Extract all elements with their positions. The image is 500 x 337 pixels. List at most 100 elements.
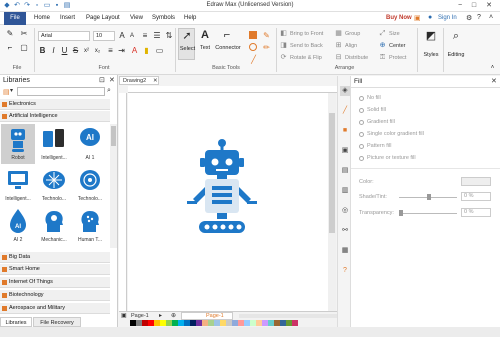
shape-robot[interactable]: Robot xyxy=(1,124,35,164)
robot-shape[interactable] xyxy=(183,135,261,255)
protect-button[interactable]: Protect xyxy=(389,55,406,61)
image-panel-icon[interactable]: ▣ xyxy=(340,146,350,156)
superscript-icon[interactable]: x² xyxy=(82,46,91,56)
grow-font-icon[interactable]: A xyxy=(118,31,126,41)
minimize-button[interactable]: − xyxy=(454,1,466,11)
shadow-panel-icon[interactable]: ■ xyxy=(340,126,350,136)
numbered-list-icon[interactable]: ☰ xyxy=(152,31,162,41)
canvas-vertical-scrollbar[interactable] xyxy=(328,93,336,311)
drawing-canvas[interactable] xyxy=(128,93,328,311)
navigation-panel-icon[interactable]: ◎ xyxy=(340,206,350,216)
collapse-ribbon-icon[interactable]: ˄ xyxy=(489,14,493,21)
close-button[interactable]: ✕ xyxy=(483,1,495,11)
font-size-select[interactable]: 10 xyxy=(93,31,115,41)
connector-tool-label[interactable]: Connector xyxy=(213,45,243,51)
ribbon-collapse-icon[interactable]: ˄ xyxy=(488,63,497,73)
styles-button[interactable]: Styles xyxy=(419,52,443,58)
library-scrollbar[interactable] xyxy=(110,124,117,248)
protect-icon[interactable]: ⚿ xyxy=(378,53,387,63)
file-tab[interactable]: File xyxy=(4,12,26,25)
underline-icon[interactable]: U xyxy=(60,46,69,56)
horizontal-scrollbar[interactable] xyxy=(239,314,337,318)
shape-technology-circle[interactable]: Technolo... xyxy=(73,165,107,205)
library-dropdown-icon[interactable]: ▾ xyxy=(10,87,13,94)
tab-file-recovery[interactable]: File Recovery xyxy=(33,317,81,327)
pencil-tool-icon[interactable]: ✏ xyxy=(262,43,271,53)
center-button[interactable]: Center xyxy=(389,43,406,49)
category-biotechnology[interactable]: Biotechnology xyxy=(0,290,110,301)
font-color-icon[interactable]: A xyxy=(130,46,139,56)
distribute-icon[interactable]: ⊟ xyxy=(334,53,343,63)
indent-icon[interactable]: ⇥ xyxy=(117,46,126,56)
settings-icon[interactable]: ⚙ xyxy=(466,14,472,22)
category-internet-of-things[interactable]: Internet Of Things xyxy=(0,277,110,288)
category-aerospace-military[interactable]: Aerospace and Military xyxy=(0,303,110,314)
connector-tool-icon[interactable]: ⌐ xyxy=(220,30,234,41)
rotate-flip-icon[interactable]: ⟳ xyxy=(279,53,288,63)
font-family-select[interactable]: Arial xyxy=(38,31,90,41)
text-tool-label[interactable]: Text xyxy=(196,45,214,51)
category-smart-home[interactable]: Smart Home xyxy=(0,264,110,275)
option-gradient-fill[interactable]: Gradient fill xyxy=(367,119,395,125)
maximize-button[interactable]: □ xyxy=(468,1,480,11)
library-manage-icon[interactable]: ▤ xyxy=(3,88,10,96)
document-tab[interactable]: Drawing2 ✕ xyxy=(119,76,159,85)
shape-technology-brain[interactable]: Technolo... xyxy=(37,165,71,205)
data-panel-icon[interactable]: ▦ xyxy=(340,246,350,256)
menu-home[interactable]: Home xyxy=(34,15,50,21)
radio-picture-texture[interactable] xyxy=(359,156,364,161)
align-button[interactable]: Align xyxy=(345,43,357,49)
hyperlink-panel-icon[interactable]: ⚯ xyxy=(340,226,350,236)
line-panel-icon[interactable]: ╱ xyxy=(340,106,350,116)
shade-tint-slider-thumb[interactable] xyxy=(427,194,431,200)
help-icon[interactable]: ? xyxy=(477,14,481,21)
bring-to-front-button[interactable]: Bring to Front xyxy=(290,31,323,37)
library-search-input[interactable] xyxy=(17,87,105,96)
rotate-flip-button[interactable]: Rotate & Flip xyxy=(290,55,322,61)
option-pattern-fill[interactable]: Pattern fill xyxy=(367,143,391,149)
menu-page-layout[interactable]: Page Layout xyxy=(86,15,120,21)
color-palette[interactable] xyxy=(130,320,300,326)
radio-pattern-fill[interactable] xyxy=(359,144,364,149)
category-artificial-intelligence[interactable]: Artificial Intelligence xyxy=(0,111,110,122)
help-panel-icon[interactable]: ? xyxy=(340,266,350,276)
tab-libraries[interactable]: Libraries xyxy=(0,317,32,327)
distribute-button[interactable]: Distribute xyxy=(345,55,368,61)
line-tool-icon[interactable]: ╱ xyxy=(249,55,258,65)
option-picture-texture[interactable]: Picture or texture fill xyxy=(367,155,416,161)
shape-fill-icon[interactable] xyxy=(249,31,257,39)
send-to-back-button[interactable]: Send to Back xyxy=(290,43,323,49)
text-direction-icon[interactable]: ⇅ xyxy=(164,31,174,41)
group-icon[interactable]: ▦ xyxy=(334,29,343,39)
page-selector[interactable]: Page-1 xyxy=(131,313,149,319)
shape-mechanical-head[interactable]: Mechanic... xyxy=(37,206,71,246)
send-back-icon[interactable]: ◨ xyxy=(279,41,288,51)
document-tab-close-icon[interactable]: ✕ xyxy=(153,77,158,85)
active-page-tab[interactable]: Page-1 xyxy=(181,312,233,320)
page-list-icon[interactable]: ▣ xyxy=(121,312,127,319)
italic-icon[interactable]: I xyxy=(49,46,58,56)
fill-panel-icon[interactable]: ◈ xyxy=(340,86,350,96)
panel-pin-icon[interactable]: ⊡ xyxy=(99,76,105,84)
format-painter-icon[interactable]: ⌐ xyxy=(4,43,16,53)
layer-panel-icon[interactable]: ▤ xyxy=(340,166,350,176)
page-panel-icon[interactable]: ▥ xyxy=(340,186,350,196)
page-nav-icon[interactable]: ▸ xyxy=(159,312,162,319)
option-no-fill[interactable]: No fill xyxy=(367,95,381,101)
option-single-color-gradient[interactable]: Single color gradient fill xyxy=(367,131,424,137)
menu-view[interactable]: View xyxy=(130,15,143,21)
shape-intelligent-monitor[interactable]: Intelligent... xyxy=(1,165,35,205)
radio-no-fill[interactable] xyxy=(359,96,364,101)
bold-icon[interactable]: B xyxy=(38,46,47,56)
category-electronics[interactable]: Electronics xyxy=(0,99,110,110)
add-page-icon[interactable]: ⊕ xyxy=(171,312,176,319)
strikethrough-icon[interactable]: S xyxy=(71,46,80,56)
transparency-slider[interactable] xyxy=(399,213,457,214)
size-icon[interactable]: ⤢ xyxy=(378,29,387,39)
align-icon[interactable]: ⊞ xyxy=(334,41,343,51)
fill-panel-close-icon[interactable]: ✕ xyxy=(491,77,497,85)
search-icon[interactable]: ⌕ xyxy=(107,87,111,95)
ellipse-tool-icon[interactable] xyxy=(249,43,257,51)
shape-ai-1[interactable]: AI AI 1 xyxy=(73,124,107,164)
library-scroll-thumb[interactable] xyxy=(111,126,116,146)
